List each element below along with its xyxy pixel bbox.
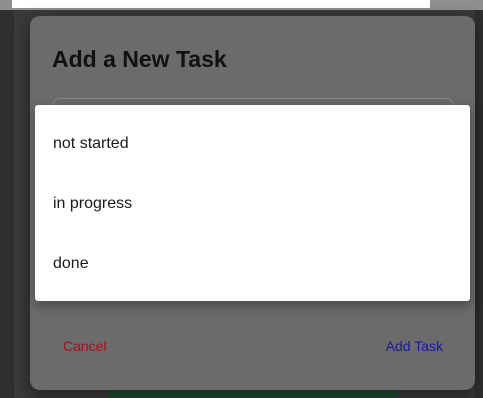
app-screen: Add a New Task Cancel Add Task not start… bbox=[0, 0, 483, 398]
background-left-edge bbox=[0, 10, 14, 398]
menu-item-done[interactable]: done bbox=[35, 239, 470, 289]
dialog-actions: Cancel Add Task bbox=[30, 338, 475, 358]
status-dropdown-menu: not started in progress done bbox=[35, 105, 470, 301]
background-right-edge bbox=[475, 10, 483, 398]
add-task-button[interactable]: Add Task bbox=[386, 338, 443, 354]
cancel-button[interactable]: Cancel bbox=[63, 338, 107, 354]
menu-item-in-progress[interactable]: in progress bbox=[35, 179, 470, 229]
menu-item-not-started[interactable]: not started bbox=[35, 119, 470, 169]
dialog-title: Add a New Task bbox=[52, 46, 227, 72]
background-panel bbox=[12, 0, 430, 8]
